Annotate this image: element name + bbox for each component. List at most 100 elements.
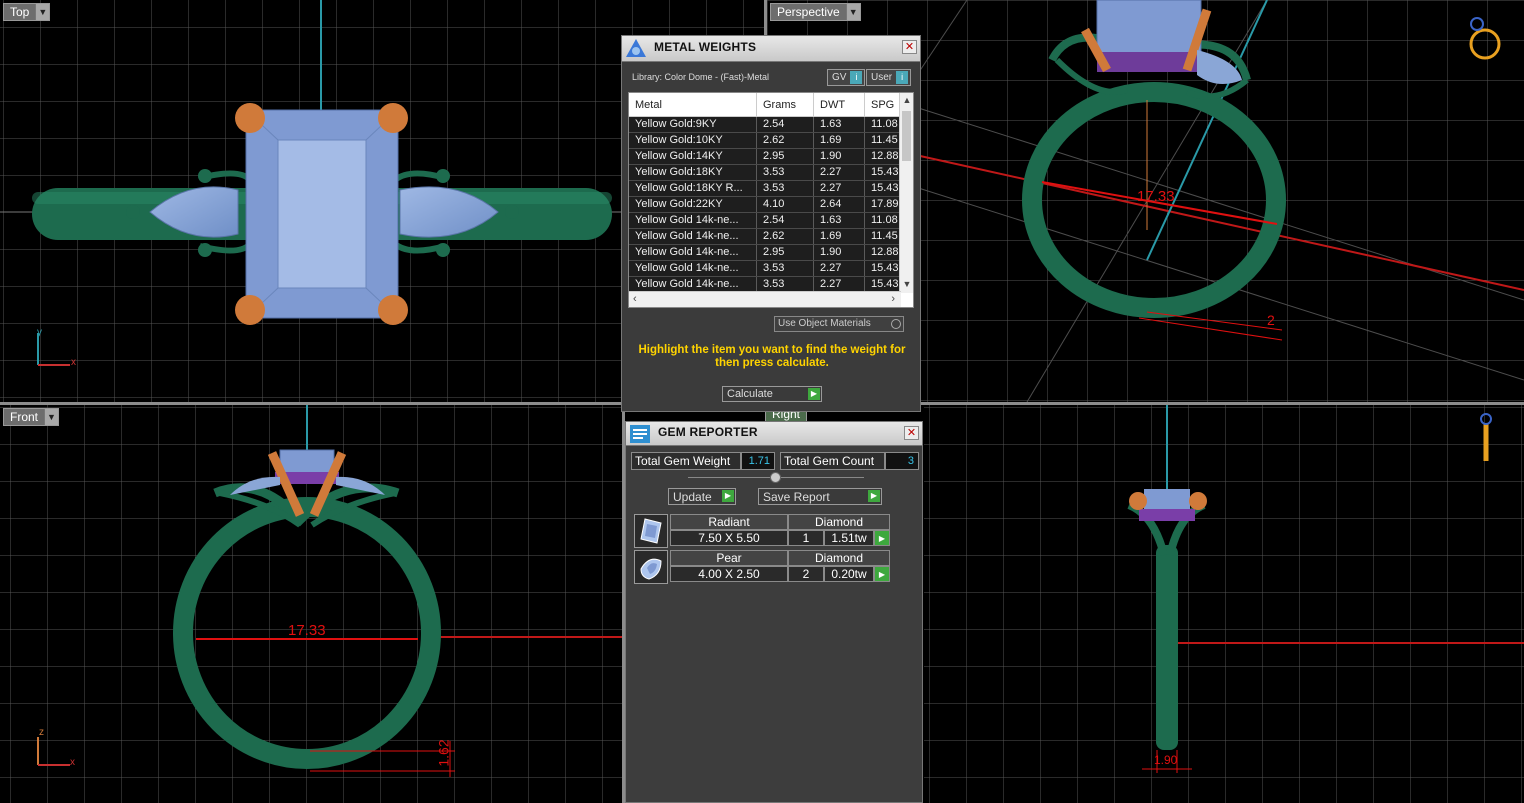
table-row[interactable]: Yellow Gold 14k-ne... 2.54 1.63 11.08 <box>629 213 913 229</box>
radio-icon[interactable] <box>891 319 901 329</box>
table-cell: Yellow Gold:18KY R... <box>629 181 757 196</box>
table-cell: Yellow Gold:10KY <box>629 133 757 148</box>
table-row[interactable]: Yellow Gold:9KY 2.54 1.63 11.08 <box>629 117 913 133</box>
column-header-grams[interactable]: Grams <box>757 93 814 116</box>
user-toggle[interactable]: User i <box>866 69 912 86</box>
chevron-down-icon[interactable]: ▼ <box>900 279 913 293</box>
metal-table[interactable]: Metal Grams DWT SPG Yellow Gold:9KY 2.54 1… <box>628 92 914 308</box>
column-header-metal[interactable]: Metal <box>629 93 757 116</box>
vertical-scrollbar[interactable]: ▲ ▼ <box>899 93 913 293</box>
viewport-front[interactable]: 17.33 1.62 z x Front ▼ <box>0 405 624 803</box>
table-row[interactable]: Yellow Gold:18KY 3.53 2.27 15.43 <box>629 165 913 181</box>
chevron-up-icon[interactable]: ▲ <box>900 95 913 109</box>
table-cell: 15.43 <box>865 261 901 276</box>
scrollbar-thumb[interactable] <box>902 111 911 161</box>
table-cell: 3.53 <box>757 165 814 180</box>
right-dimension-small: 1.90 <box>1154 753 1178 767</box>
table-row[interactable]: Yellow Gold 14k-ne... 2.62 1.69 11.45 <box>629 229 913 245</box>
gem-shape: Radiant <box>670 514 788 530</box>
chevron-down-icon[interactable]: ▼ <box>35 4 50 20</box>
total-gem-weight-value: 1.71 <box>741 452 775 470</box>
table-cell: Yellow Gold:14KY <box>629 149 757 164</box>
chevron-down-icon[interactable]: ▼ <box>845 4 860 20</box>
table-cell: Yellow Gold 14k-ne... <box>629 213 757 228</box>
update-button[interactable]: Update ▶ <box>668 488 736 505</box>
table-row[interactable]: Yellow Gold:10KY 2.62 1.69 11.45 <box>629 133 913 149</box>
table-cell: 1.69 <box>814 229 865 244</box>
gem-quantity: 2 <box>788 566 824 582</box>
total-gem-count-label: Total Gem Count <box>780 452 885 470</box>
gem-row-radiant[interactable]: Radiant Diamond 7.50 X 5.50 1 1.51tw ▶ <box>634 514 894 548</box>
table-row[interactable]: Yellow Gold:14KY 2.95 1.90 12.88 <box>629 149 913 165</box>
table-cell: 2.27 <box>814 277 865 292</box>
table-cell: 11.08 <box>865 117 901 132</box>
play-icon[interactable]: ▶ <box>874 530 890 546</box>
axis-x-label: x <box>70 757 75 768</box>
viewport-right[interactable]: 1.90 <box>924 405 1524 803</box>
table-cell: 2.54 <box>757 213 814 228</box>
table-cell: 12.88 <box>865 245 901 260</box>
metal-weights-titlebar[interactable]: METAL WEIGHTS ✕ <box>622 36 920 62</box>
metal-table-body: Yellow Gold:9KY 2.54 1.63 11.08 Yellow Gold… <box>629 117 913 293</box>
play-icon[interactable]: ▶ <box>874 566 890 582</box>
play-icon: ▶ <box>808 388 820 400</box>
radiant-gem-icon <box>634 514 668 548</box>
table-cell: 3.53 <box>757 277 814 292</box>
info-icon: i <box>896 71 909 84</box>
use-object-materials-toggle[interactable]: Use Object Materials <box>774 316 904 332</box>
chevron-right-icon[interactable]: › <box>891 293 895 305</box>
gem-reporter-titlebar[interactable]: GEM REPORTER ✕ <box>626 422 922 446</box>
table-cell: 2.54 <box>757 117 814 132</box>
table-cell: 12.88 <box>865 149 901 164</box>
table-cell: 11.45 <box>865 229 901 244</box>
gem-row-pear[interactable]: Pear Diamond 4.00 X 2.50 2 0.20tw ▶ <box>634 550 894 584</box>
table-cell: Yellow Gold:18KY <box>629 165 757 180</box>
gem-reporter-title: GEM REPORTER <box>658 424 758 439</box>
table-row[interactable]: Yellow Gold 14k-ne... 2.95 1.90 12.88 <box>629 245 913 261</box>
front-dimension: 17.33 <box>288 622 326 639</box>
metal-weights-hint: Highlight the item you want to find the … <box>638 344 906 369</box>
chevron-down-icon[interactable]: ▼ <box>44 409 59 425</box>
table-cell: Yellow Gold:22KY <box>629 197 757 212</box>
axis-z-label: z <box>39 727 44 738</box>
metal-library-label: Library: Color Dome - (Fast)-Metal <box>632 72 770 82</box>
table-cell: 1.63 <box>814 213 865 228</box>
table-cell: 11.45 <box>865 133 901 148</box>
table-cell: Yellow Gold 14k-ne... <box>629 277 757 292</box>
user-label: User <box>871 72 893 83</box>
horizontal-scrollbar[interactable]: ‹ › <box>629 291 901 307</box>
viewport-top-menu[interactable]: Top ▼ <box>3 3 51 21</box>
close-icon[interactable]: ✕ <box>904 426 919 440</box>
chevron-left-icon[interactable]: ‹ <box>633 293 637 305</box>
table-cell: 15.43 <box>865 181 901 196</box>
viewport-perspective-menu[interactable]: Perspective ▼ <box>770 3 861 21</box>
viewport-front-menu[interactable]: Front ▼ <box>3 408 60 426</box>
save-report-button[interactable]: Save Report ▶ <box>758 488 882 505</box>
table-cell: 1.63 <box>814 117 865 132</box>
metal-weights-title: METAL WEIGHTS <box>654 39 757 54</box>
table-cell: 2.62 <box>757 229 814 244</box>
gem-material: Diamond <box>788 550 890 566</box>
gv-toggle[interactable]: GV i <box>827 69 866 86</box>
table-cell: Yellow Gold:9KY <box>629 117 757 132</box>
viewport-front-label: Front <box>10 410 39 424</box>
column-header-dwt[interactable]: DWT <box>814 93 865 116</box>
close-icon[interactable]: ✕ <box>902 40 917 54</box>
metal-weights-icon <box>626 38 646 57</box>
gem-material: Diamond <box>788 514 890 530</box>
collapse-handle[interactable] <box>770 472 781 483</box>
table-cell: 2.27 <box>814 261 865 276</box>
table-row[interactable]: Yellow Gold 14k-ne... 3.53 2.27 15.43 <box>629 261 913 277</box>
gem-size: 4.00 X 2.50 <box>670 566 788 582</box>
column-header-spg[interactable]: SPG <box>865 93 901 116</box>
gem-size: 7.50 X 5.50 <box>670 530 788 546</box>
table-cell: 3.53 <box>757 181 814 196</box>
gem-reporter-panel: GEM REPORTER ✕ Total Gem Weight 1.71 Tot… <box>625 421 923 803</box>
table-row[interactable]: Yellow Gold:22KY 4.10 2.64 17.89 <box>629 197 913 213</box>
play-icon: ▶ <box>868 490 880 502</box>
pear-gem-icon <box>634 550 668 584</box>
calculate-button[interactable]: Calculate ▶ <box>722 386 822 402</box>
table-cell: 2.95 <box>757 149 814 164</box>
table-row[interactable]: Yellow Gold:18KY R... 3.53 2.27 15.43 <box>629 181 913 197</box>
info-icon: i <box>850 71 863 84</box>
